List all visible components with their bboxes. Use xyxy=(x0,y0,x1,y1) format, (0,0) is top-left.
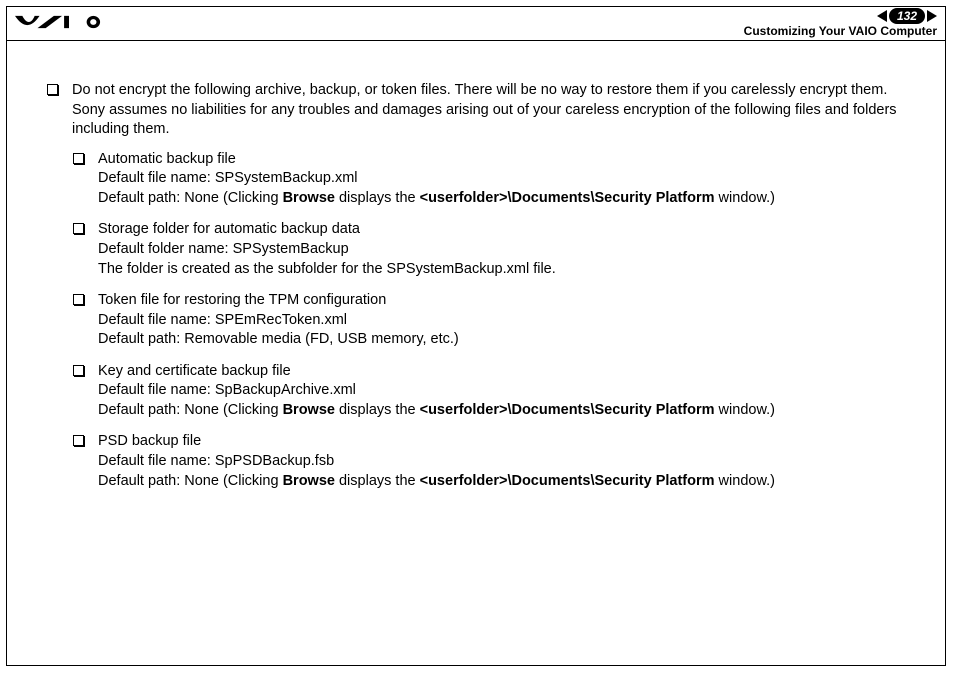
item-text: PSD backup file Default file name: SpPSD… xyxy=(98,432,775,491)
item-text: Key and certificate backup file Default … xyxy=(98,362,775,421)
intro-line2: Sony assumes no liabilities for any trou… xyxy=(72,102,897,138)
page-nav: 132 xyxy=(744,8,937,24)
section-title: Customizing Your VAIO Computer xyxy=(744,24,937,38)
item-line3-pre: Default path: None (Clicking xyxy=(98,473,283,489)
next-page-icon[interactable] xyxy=(927,10,937,22)
item-line3-pre: Default path: None (Clicking xyxy=(98,402,283,418)
item-line2: Default file name: SpBackupArchive.xml xyxy=(98,382,356,398)
item-line3-mid: displays the xyxy=(335,402,420,418)
intro-text: Do not encrypt the following archive, ba… xyxy=(72,81,925,140)
list-item: Key and certificate backup file Default … xyxy=(73,362,925,421)
page-content: Do not encrypt the following archive, ba… xyxy=(7,41,945,513)
item-line2: Default file name: SpPSDBackup.fsb xyxy=(98,453,334,469)
bullet-icon xyxy=(47,84,58,95)
intro-block: Do not encrypt the following archive, ba… xyxy=(47,81,925,140)
item-line3-post: window.) xyxy=(715,473,775,489)
item-line2: Default file name: SPSystemBackup.xml xyxy=(98,170,358,186)
bullet-icon xyxy=(73,365,84,376)
item-title: Token file for restoring the TPM configu… xyxy=(98,292,386,308)
bullet-icon xyxy=(73,294,84,305)
item-line3-mid: displays the xyxy=(335,473,420,489)
browse-bold: Browse xyxy=(283,402,335,418)
vaio-logo xyxy=(15,13,105,34)
item-line3-mid: displays the xyxy=(335,190,420,206)
list-item: PSD backup file Default file name: SpPSD… xyxy=(73,432,925,491)
browse-bold: Browse xyxy=(283,190,335,206)
page-number: 132 xyxy=(889,8,925,24)
bullet-icon xyxy=(73,223,84,234)
item-text: Token file for restoring the TPM configu… xyxy=(98,291,459,350)
item-text: Automatic backup file Default file name:… xyxy=(98,150,775,209)
item-title: PSD backup file xyxy=(98,433,201,449)
sub-list: Automatic backup file Default file name:… xyxy=(73,150,925,491)
item-line3-post: window.) xyxy=(715,402,775,418)
intro-line1: Do not encrypt the following archive, ba… xyxy=(72,82,887,98)
item-line2: Default folder name: SPSystemBackup xyxy=(98,241,349,257)
page-header: 132 Customizing Your VAIO Computer xyxy=(7,7,945,41)
bullet-icon xyxy=(73,435,84,446)
path-bold: <userfolder>\Documents\Security Platform xyxy=(420,473,715,489)
item-line3-post: window.) xyxy=(715,190,775,206)
item-title: Automatic backup file xyxy=(98,151,236,167)
path-bold: <userfolder>\Documents\Security Platform xyxy=(420,402,715,418)
header-right: 132 Customizing Your VAIO Computer xyxy=(744,8,937,38)
item-line3: The folder is created as the subfolder f… xyxy=(98,261,556,277)
path-bold: <userfolder>\Documents\Security Platform xyxy=(420,190,715,206)
item-line3: Default path: Removable media (FD, USB m… xyxy=(98,331,459,347)
document-page: 132 Customizing Your VAIO Computer Do no… xyxy=(6,6,946,666)
item-line2: Default file name: SPEmRecToken.xml xyxy=(98,312,347,328)
list-item: Storage folder for automatic backup data… xyxy=(73,220,925,279)
item-line3-pre: Default path: None (Clicking xyxy=(98,190,283,206)
bullet-icon xyxy=(73,153,84,164)
list-item: Automatic backup file Default file name:… xyxy=(73,150,925,209)
browse-bold: Browse xyxy=(283,473,335,489)
prev-page-icon[interactable] xyxy=(877,10,887,22)
item-title: Key and certificate backup file xyxy=(98,363,291,379)
item-text: Storage folder for automatic backup data… xyxy=(98,220,556,279)
list-item: Token file for restoring the TPM configu… xyxy=(73,291,925,350)
item-title: Storage folder for automatic backup data xyxy=(98,221,360,237)
